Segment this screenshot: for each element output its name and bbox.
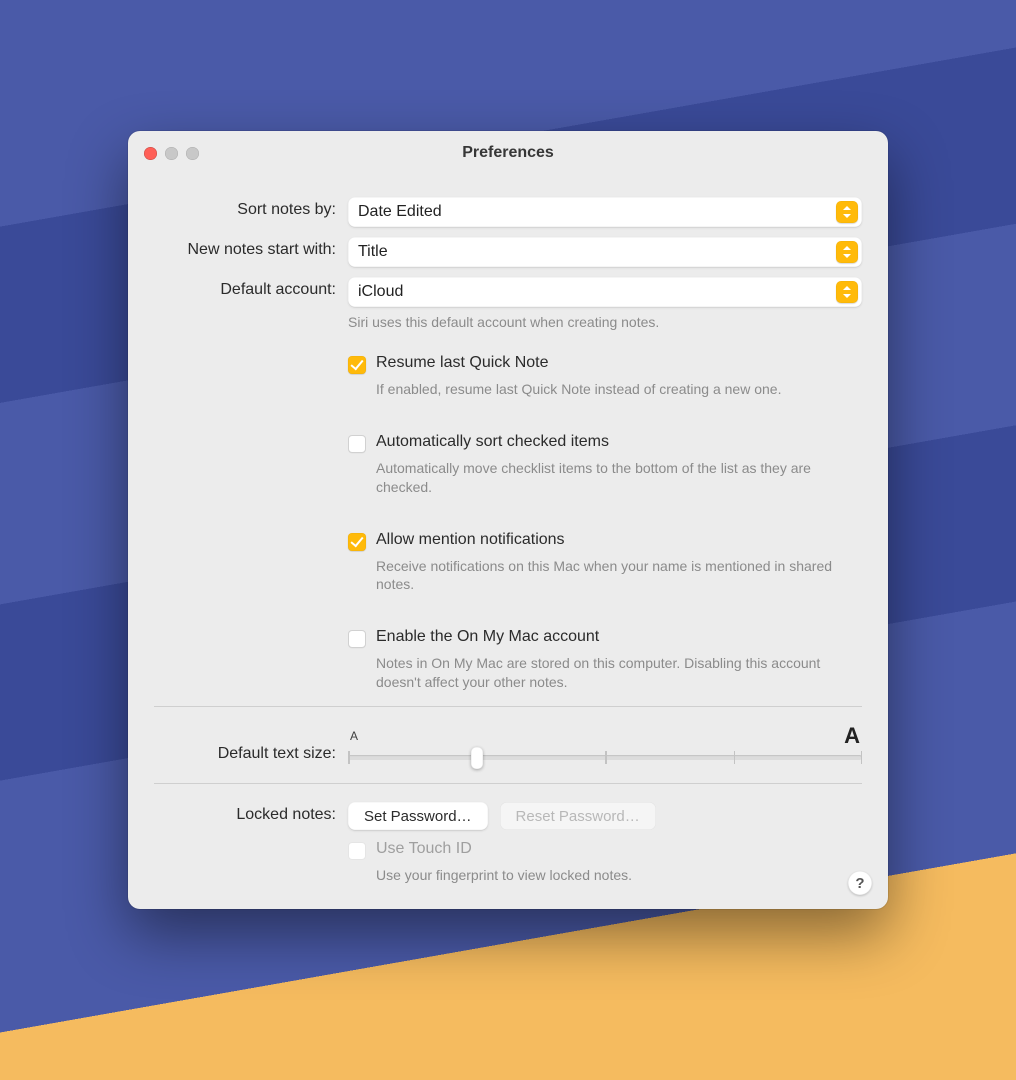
help-button[interactable]: ? [848,871,872,895]
row-locked-notes: Locked notes: Set Password… Reset Passwo… [154,802,862,830]
help-default-account: Siri uses this default account when crea… [348,313,862,332]
label-default-account: Default account: [154,277,348,299]
label-new-notes: New notes start with: [154,237,348,259]
select-default-account-value: iCloud [358,283,403,301]
label-on-my-mac: Enable the On My Mac account [376,628,599,646]
set-password-button[interactable]: Set Password… [348,802,488,830]
chevron-updown-icon [836,281,858,303]
slider-tick [861,751,863,764]
row-default-account: Default account: iCloud Siri uses this d… [154,277,862,332]
help-on-my-mac: Notes in On My Mac are stored on this co… [376,654,862,692]
help-touch-id: Use your fingerprint to view locked note… [376,866,862,885]
slider-tick [605,751,607,764]
slider-text-size[interactable] [348,745,862,769]
help-resume-quicknote: If enabled, resume last Quick Note inste… [376,380,862,399]
minimize-button[interactable] [165,147,178,160]
label-resume-quicknote: Resume last Quick Note [376,354,549,372]
label-sort-notes: Sort notes by: [154,197,348,219]
text-size-max-icon: A [844,729,860,743]
checkbox-mention-notifications[interactable] [348,533,366,551]
text-size-min-icon: A [350,729,358,743]
chevron-updown-icon [836,201,858,223]
label-touch-id: Use Touch ID [376,840,472,858]
row-resume-quicknote: Resume last Quick Note If enabled, resum… [154,354,862,419]
reset-password-button[interactable]: Reset Password… [500,802,656,830]
checkbox-touch-id [348,842,366,860]
checkbox-on-my-mac[interactable] [348,630,366,648]
divider [154,706,862,707]
divider [154,783,862,784]
close-button[interactable] [144,147,157,160]
select-sort-notes-value: Date Edited [358,203,442,221]
select-default-account[interactable]: iCloud [348,277,862,307]
window-title: Preferences [128,144,888,162]
titlebar: Preferences [128,131,888,177]
row-mention-notifications: Allow mention notifications Receive noti… [154,531,862,615]
checkbox-resume-quicknote[interactable] [348,356,366,374]
checkbox-autosort-checked[interactable] [348,435,366,453]
label-mention-notifications: Allow mention notifications [376,531,565,549]
select-new-notes-value: Title [358,243,388,261]
row-sort-notes: Sort notes by: Date Edited [154,197,862,227]
content: Sort notes by: Date Edited New notes sta… [128,177,888,909]
label-autosort-checked: Automatically sort checked items [376,433,609,451]
select-new-notes[interactable]: Title [348,237,862,267]
label-text-size: Default text size: [154,731,348,763]
label-locked-notes: Locked notes: [154,802,348,824]
row-on-my-mac: Enable the On My Mac account Notes in On… [154,628,862,692]
preferences-window: Preferences Sort notes by: Date Edited N… [128,131,888,909]
row-text-size: Default text size: A A [154,725,862,769]
slider-tick [348,751,350,764]
row-new-notes: New notes start with: Title [154,237,862,267]
select-sort-notes[interactable]: Date Edited [348,197,862,227]
help-autosort-checked: Automatically move checklist items to th… [376,459,862,497]
slider-knob[interactable] [471,747,483,769]
window-controls [144,147,199,160]
slider-tick [734,751,736,764]
help-mention-notifications: Receive notifications on this Mac when y… [376,557,862,595]
row-autosort-checked: Automatically sort checked items Automat… [154,433,862,517]
zoom-button[interactable] [186,147,199,160]
row-touch-id: Use Touch ID Use your fingerprint to vie… [154,840,862,885]
chevron-updown-icon [836,241,858,263]
